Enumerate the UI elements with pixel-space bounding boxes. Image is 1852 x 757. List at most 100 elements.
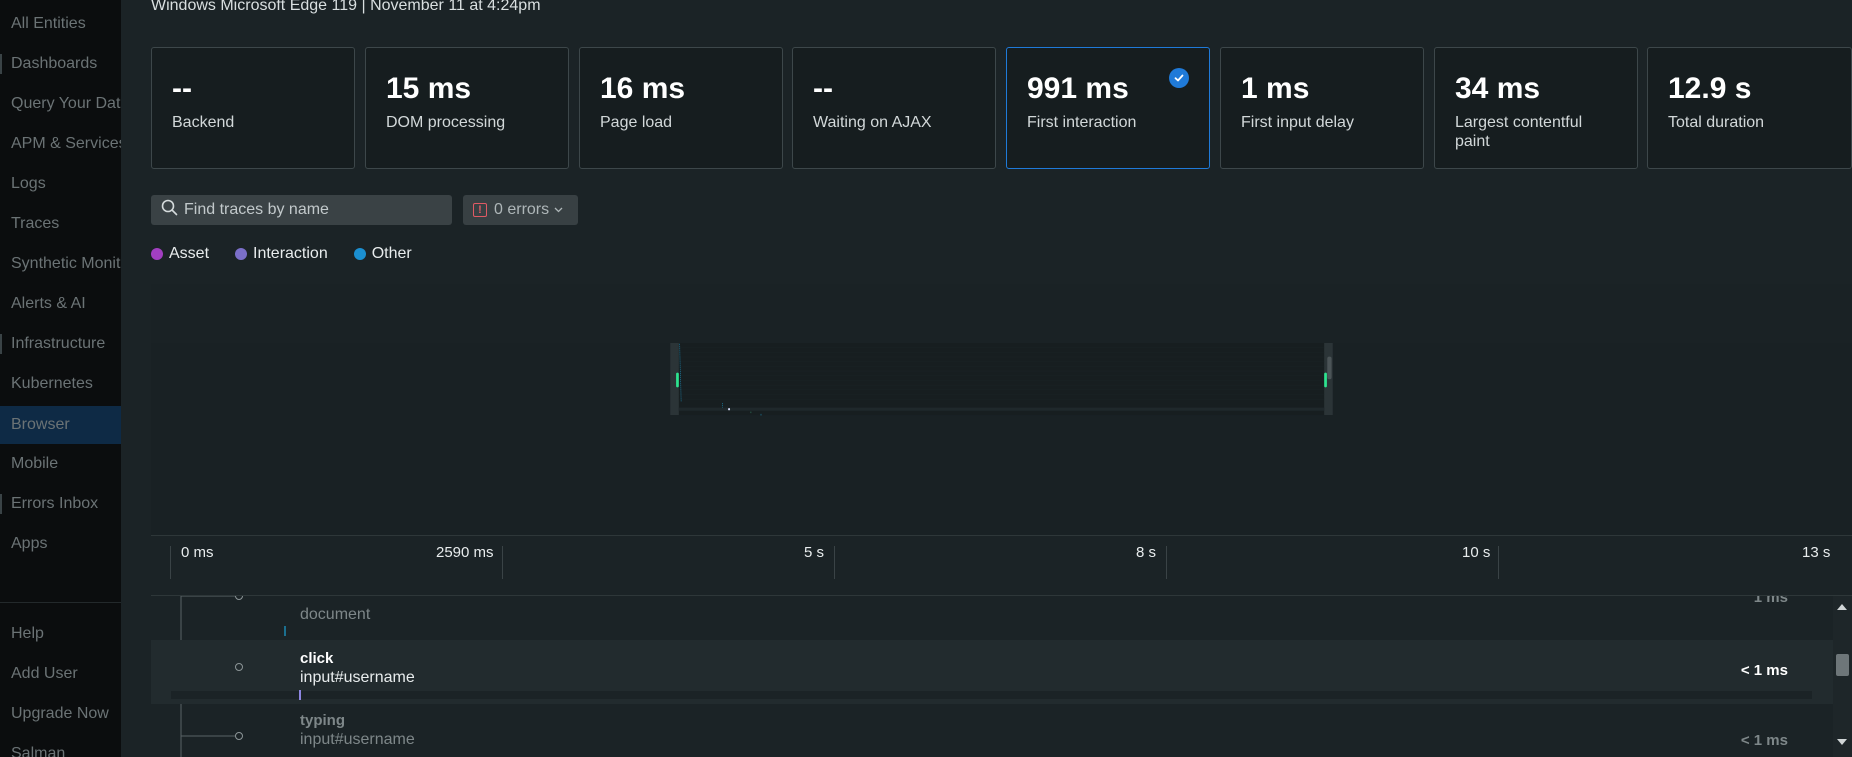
- sidebar-item-add-user[interactable]: Add User: [0, 656, 121, 692]
- range-handle-left: [676, 372, 679, 388]
- trace-row-duration: 1 ms: [1753, 596, 1788, 606]
- sidebar-item-browser[interactable]: Browser: [0, 406, 121, 444]
- metric-card-dom-processing[interactable]: 15 ms DOM processing: [365, 47, 569, 169]
- metric-value: 12.9 s: [1668, 72, 1752, 105]
- timeline-header: [151, 284, 1852, 343]
- metric-value: 15 ms: [386, 72, 472, 105]
- trace-row-document[interactable]: document 1 ms: [151, 596, 1852, 640]
- sidebar-item-user[interactable]: Salman: [0, 736, 121, 757]
- sidebar-item-infrastructure[interactable]: Infrastructure: [0, 326, 121, 362]
- sidebar-item-dashboards[interactable]: Dashboards: [0, 46, 121, 82]
- search-icon: [161, 199, 178, 221]
- metric-card-first-input-delay[interactable]: 1 ms First input delay: [1220, 47, 1424, 169]
- scroll-up-arrow-icon[interactable]: [1837, 604, 1847, 610]
- nav-indicator: [0, 494, 2, 514]
- sidebar-item-label: Errors Inbox: [11, 495, 99, 512]
- search-input[interactable]: [184, 201, 434, 219]
- sidebar-item-alerts[interactable]: Alerts & AI: [0, 286, 121, 322]
- checkmark-icon: [1169, 68, 1189, 88]
- chevron-down-icon: [554, 207, 563, 213]
- legend-label: Interaction: [253, 245, 328, 262]
- tick-label: 10 s: [1462, 544, 1491, 561]
- metric-card-first-interaction[interactable]: 991 ms First interaction: [1006, 47, 1210, 169]
- sidebar-item-query[interactable]: Query Your Data: [0, 86, 121, 122]
- legend-item-asset[interactable]: Asset: [151, 245, 209, 263]
- tick-label: 5 s: [804, 544, 825, 561]
- page-subtitle: Windows Microsoft Edge 119 | November 11…: [151, 0, 541, 14]
- sidebar-item-all-entities[interactable]: All Entities: [0, 6, 121, 42]
- trace-list-scrollbar[interactable]: [1833, 596, 1852, 757]
- trace-row-name: typing: [300, 712, 345, 729]
- trace-row-duration: < 1 ms: [1740, 662, 1788, 679]
- errors-filter-label: 0 errors: [494, 201, 550, 218]
- tree-node-icon: [235, 663, 243, 671]
- trace-row-duration: < 1 ms: [1740, 732, 1788, 749]
- error-icon: !: [473, 203, 487, 217]
- minimap-scroll-thumb: [1327, 356, 1332, 380]
- legend-dot: [353, 248, 366, 260]
- nav-indicator: [0, 54, 2, 74]
- trace-list: document 1 ms click input#username < 1 m…: [151, 596, 1852, 757]
- sidebar-item-upgrade[interactable]: Upgrade Now: [0, 696, 121, 732]
- metric-value: --: [172, 72, 192, 105]
- sidebar: All Entities Dashboards Query Your Data …: [0, 0, 121, 757]
- tree-node-icon: [235, 596, 243, 600]
- nav-indicator: [0, 334, 2, 354]
- metric-card-total-duration[interactable]: 12.9 s Total duration: [1647, 47, 1852, 169]
- tick-mark: [502, 546, 503, 579]
- sidebar-item-label: Infrastructure: [11, 335, 106, 352]
- sidebar-item-errors-inbox[interactable]: Errors Inbox: [0, 486, 121, 522]
- tick-label: 13 s: [1802, 544, 1831, 561]
- sidebar-item-mobile[interactable]: Mobile: [0, 446, 121, 482]
- sidebar-item-kubernetes[interactable]: Kubernetes: [0, 366, 121, 402]
- sidebar-item-apps[interactable]: Apps: [0, 526, 121, 562]
- trace-row-click[interactable]: click input#username < 1 ms: [151, 640, 1852, 704]
- tick-mark: [834, 546, 835, 579]
- metric-card-backend[interactable]: -- Backend: [151, 47, 355, 169]
- range-handle-right: [1324, 372, 1327, 388]
- metric-label: Largest contentful paint: [1455, 114, 1583, 150]
- sidebar-item-label: Dashboards: [11, 55, 98, 72]
- sidebar-item-logs[interactable]: Logs: [0, 166, 121, 202]
- main-content: Windows Microsoft Edge 119 | November 11…: [121, 0, 1852, 757]
- trace-bar: [284, 626, 286, 636]
- legend-label: Asset: [169, 245, 210, 262]
- sidebar-item-apm[interactable]: APM & Services: [0, 126, 121, 162]
- timeline-axis: 0 ms 2590 ms 5 s 8 s 10 s 13 s: [151, 535, 1852, 596]
- metric-value: 34 ms: [1455, 72, 1541, 105]
- metric-card-page-load[interactable]: 16 ms Page load: [579, 47, 783, 169]
- trace-row-typing[interactable]: typing input#username < 1 ms: [151, 704, 1852, 757]
- sidebar-item-label: All Entities: [11, 15, 86, 32]
- sidebar-item-help[interactable]: Help: [0, 616, 121, 652]
- sidebar-item-label: Upgrade Now: [11, 705, 109, 722]
- timeline-chart: 0 ms 2590 ms 5 s 8 s 10 s 13 s: [151, 284, 1852, 596]
- sidebar-item-synthetic[interactable]: Synthetic Monitoring: [0, 246, 121, 282]
- metric-card-lcp[interactable]: 34 ms Largest contentful paint: [1434, 47, 1638, 169]
- sidebar-item-label: Help: [11, 625, 44, 642]
- legend-dot: [235, 248, 248, 260]
- tree-node-icon: [235, 732, 243, 740]
- tick-label: 2590 ms: [436, 544, 494, 561]
- metric-label: Backend: [172, 114, 235, 131]
- sidebar-item-label: APM & Services: [11, 135, 121, 152]
- metric-label: Page load: [600, 114, 673, 131]
- trace-row-name: click: [300, 650, 334, 667]
- sidebar-item-label: Kubernetes: [11, 375, 93, 392]
- sidebar-item-label: Traces: [11, 215, 60, 232]
- legend-item-interaction[interactable]: Interaction: [235, 245, 328, 263]
- legend-item-other[interactable]: Other: [353, 245, 412, 263]
- errors-filter-button[interactable]: ! 0 errors: [463, 195, 578, 225]
- scrollbar-thumb[interactable]: [1836, 654, 1849, 676]
- sidebar-item-label: Query Your Data: [11, 95, 121, 112]
- metric-card-waiting-ajax[interactable]: -- Waiting on AJAX: [792, 47, 996, 169]
- sidebar-item-label: Apps: [11, 535, 48, 552]
- sidebar-item-traces[interactable]: Traces: [0, 206, 121, 242]
- trace-row-subtitle: input#username: [300, 731, 415, 748]
- tick-mark: [1498, 546, 1499, 579]
- tick-mark: [1166, 546, 1167, 579]
- tick-label: 0 ms: [181, 544, 214, 561]
- sidebar-divider: [0, 602, 121, 603]
- timeline-minimap[interactable]: [151, 343, 1852, 528]
- trace-search[interactable]: [151, 195, 452, 225]
- scroll-down-arrow-icon[interactable]: [1837, 739, 1847, 745]
